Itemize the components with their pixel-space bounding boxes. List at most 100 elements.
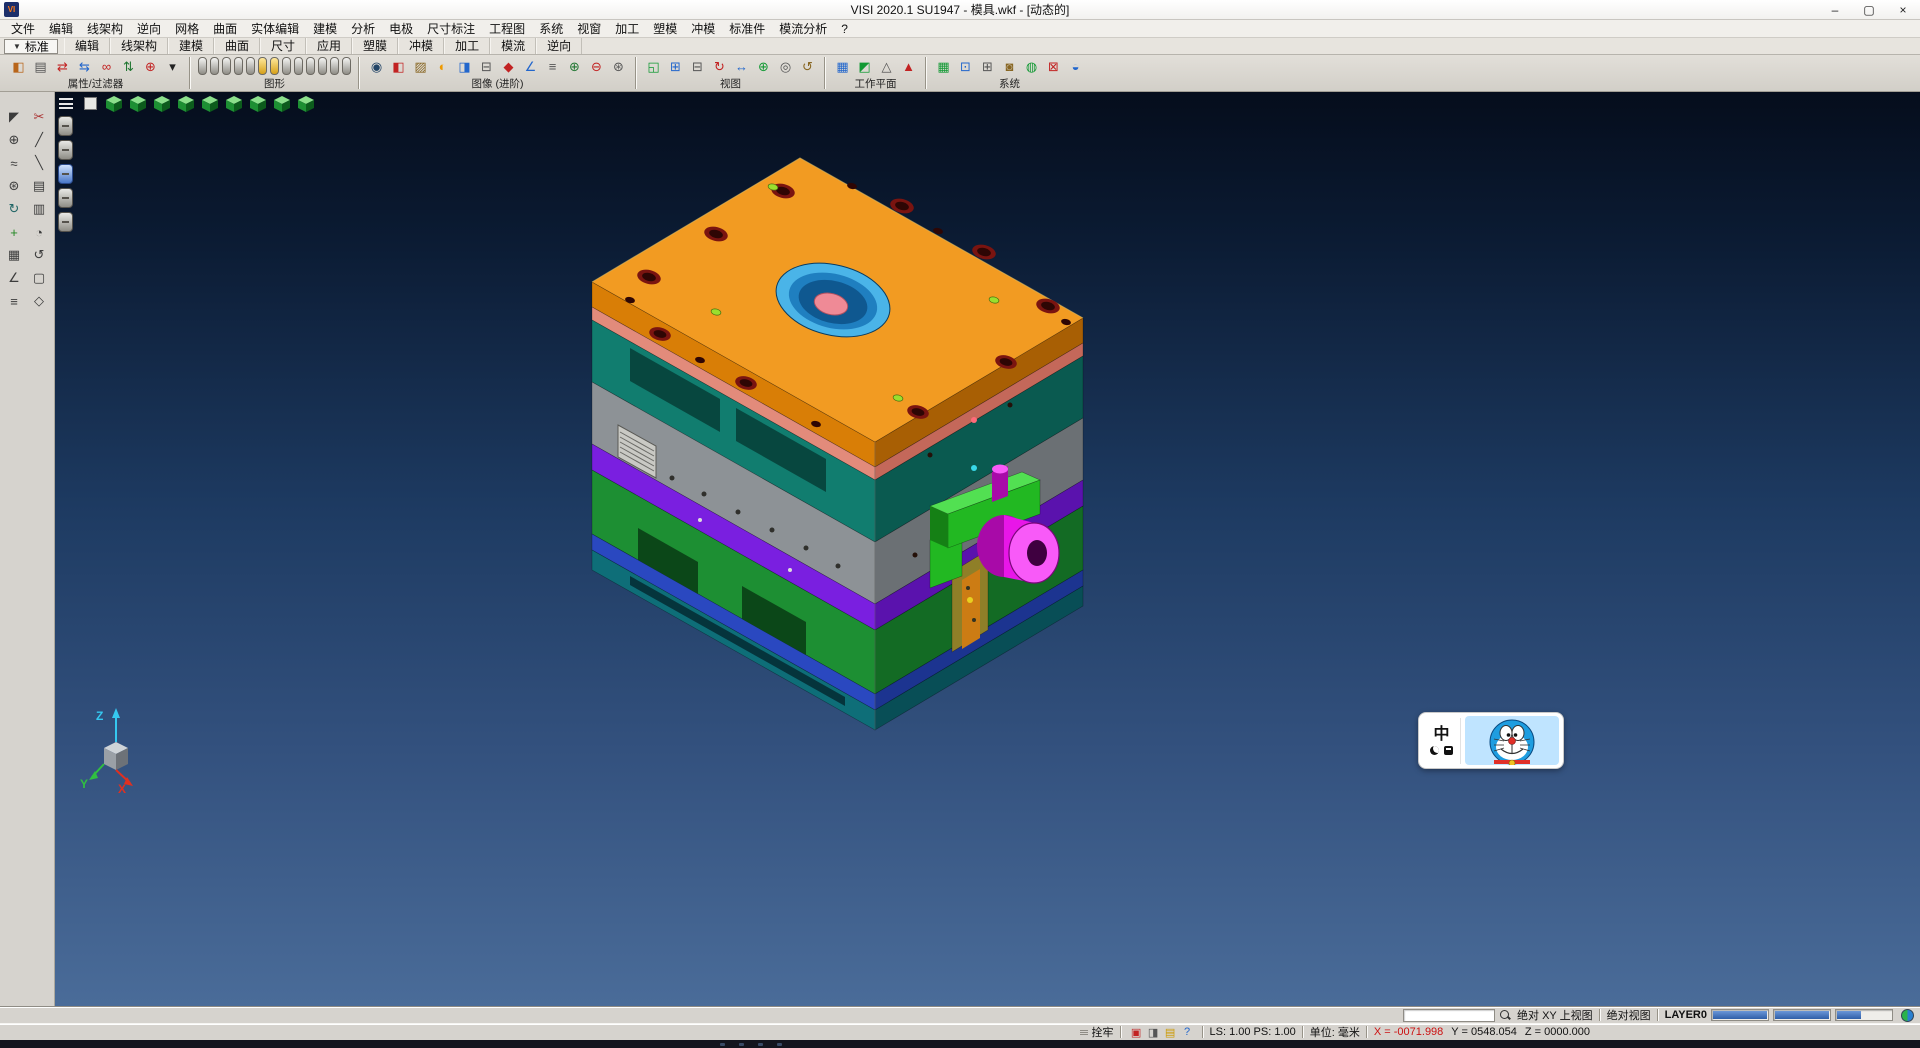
sheet-icon[interactable]: ▤ (28, 175, 51, 197)
active-layer-label[interactable]: LAYER0 (1665, 1009, 1707, 1021)
diamond-icon[interactable]: ◇ (28, 290, 51, 312)
filter-capsule-icon[interactable] (58, 212, 73, 232)
view-cube-icon[interactable] (296, 94, 316, 113)
menu-item[interactable]: 尺寸标注 (420, 20, 482, 38)
moon-icon[interactable] (1430, 746, 1439, 755)
close-button[interactable]: × (1886, 0, 1920, 19)
transfer-blue-icon[interactable]: ⇆ (75, 57, 94, 76)
info-icon[interactable]: ◒ (1066, 57, 1085, 76)
pen-icon[interactable]: ╲ (28, 152, 51, 174)
ruler-icon[interactable]: ≡ (543, 57, 562, 76)
capture-icon[interactable]: ◨ (1146, 1025, 1161, 1039)
database-icon[interactable]: ◙ (1000, 57, 1019, 76)
plane-grid-icon[interactable]: ▦ (833, 57, 852, 76)
ribbon-tab[interactable]: 冲模 (398, 38, 444, 54)
ribbon-tab[interactable]: 线架构 (110, 38, 168, 54)
ime-widget[interactable]: 中 (1418, 712, 1564, 769)
search-icon[interactable] (1499, 1009, 1511, 1021)
menu-item[interactable]: 视窗 (570, 20, 608, 38)
camera-icon[interactable]: ◉ (367, 57, 386, 76)
zoom-out-icon[interactable]: ⊖ (587, 57, 606, 76)
menu-item[interactable]: 文件 (4, 20, 42, 38)
display-capsule-icon[interactable] (198, 57, 207, 75)
magnet-icon[interactable]: ⊕ (3, 129, 26, 151)
printer-icon[interactable]: ▤ (31, 57, 50, 76)
display-capsule-icon[interactable] (306, 57, 315, 75)
rotate-icon[interactable]: ↻ (3, 198, 26, 220)
menu-item[interactable]: 冲模 (684, 20, 722, 38)
menu-item[interactable]: 线架构 (80, 20, 130, 38)
viewport-menu-icon[interactable] (56, 94, 76, 113)
image-settings-icon[interactable]: ⊛ (609, 57, 628, 76)
menu-item[interactable]: 电极 (382, 20, 420, 38)
plus-icon[interactable]: + (3, 221, 26, 243)
display-capsule-icon[interactable] (342, 57, 351, 75)
view-pan-icon[interactable]: ↔ (732, 57, 751, 76)
mirror-icon[interactable]: ◨ (455, 57, 474, 76)
dropdown-caret-icon[interactable]: ▾ (163, 57, 182, 76)
plane-custom-icon[interactable]: △ (877, 57, 896, 76)
menu-item[interactable]: 建模 (306, 20, 344, 38)
ribbon-tab[interactable]: 编辑 (64, 38, 110, 54)
arc-icon[interactable]: ◔ (28, 221, 51, 243)
view-cube-icon[interactable] (128, 94, 148, 113)
transfer-red-icon[interactable]: ⇄ (53, 57, 72, 76)
view-cube-icon[interactable] (248, 94, 268, 113)
display-capsule-icon[interactable] (330, 57, 339, 75)
explode-icon[interactable]: ◆ (499, 57, 518, 76)
display-capsule-icon[interactable] (258, 57, 267, 75)
angle-measure-icon[interactable]: ∠ (521, 57, 540, 76)
ribbon-tab[interactable]: 加工 (444, 38, 490, 54)
search-input[interactable] (1403, 1009, 1495, 1022)
stack-icon[interactable]: ≡ (3, 290, 26, 312)
cursor-icon[interactable]: ◤ (3, 106, 26, 128)
menu-item[interactable]: 曲面 (206, 20, 244, 38)
chain-icon[interactable]: ∞ (97, 57, 116, 76)
grid-icon[interactable]: ▦ (934, 57, 953, 76)
snap-icon[interactable]: ⊡ (956, 57, 975, 76)
view-cube-icon[interactable] (200, 94, 220, 113)
view-previous-icon[interactable]: ↺ (798, 57, 817, 76)
display-capsule-icon[interactable] (210, 57, 219, 75)
light-icon[interactable]: ◐ (433, 57, 452, 76)
view-cube-icon[interactable] (224, 94, 244, 113)
ribbon-tab[interactable]: 尺寸 (260, 38, 306, 54)
menu-item[interactable]: 网格 (168, 20, 206, 38)
section-icon[interactable]: ⊟ (477, 57, 496, 76)
filter-capsule-icon[interactable] (58, 188, 73, 208)
menu-item[interactable]: 系统 (532, 20, 570, 38)
filter-capsule-icon-active[interactable] (58, 164, 73, 184)
toolbar-preset-dropdown[interactable]: ▼ 标准 (4, 39, 58, 54)
ribbon-tab[interactable]: 逆向 (536, 38, 582, 54)
spline-icon[interactable]: ≈ (3, 152, 26, 174)
attach-icon[interactable]: ⊕ (141, 57, 160, 76)
view-front-icon[interactable]: ⊟ (688, 57, 707, 76)
plane-iso-icon[interactable]: ◩ (855, 57, 874, 76)
view-cube-icon[interactable] (272, 94, 292, 113)
box-icon[interactable]: ▢ (28, 267, 51, 289)
scissors-icon[interactable]: ✂ (28, 106, 51, 128)
undo-icon[interactable]: ↺ (28, 244, 51, 266)
grid-icon[interactable]: ▦ (3, 244, 26, 266)
view-cube-icon[interactable] (152, 94, 172, 113)
document-icon[interactable]: ▥ (28, 198, 51, 220)
display-status-icon[interactable]: ▣ (1129, 1025, 1144, 1039)
menu-item[interactable]: ? (834, 20, 855, 38)
render-icon[interactable]: ◧ (389, 57, 408, 76)
view-cube-icon[interactable] (104, 94, 124, 113)
filter-capsule-icon[interactable] (58, 116, 73, 136)
menu-item[interactable]: 实体编辑 (244, 20, 306, 38)
ime-tools-icon[interactable] (1444, 746, 1453, 755)
layer-swap-icon[interactable]: ⇅ (119, 57, 138, 76)
menu-item[interactable]: 标准件 (722, 20, 772, 38)
menu-item[interactable]: 工程图 (482, 20, 532, 38)
display-capsule-icon[interactable] (282, 57, 291, 75)
menu-item[interactable]: 塑模 (646, 20, 684, 38)
view-fit-icon[interactable]: ◎ (776, 57, 795, 76)
texture-icon[interactable]: ▨ (411, 57, 430, 76)
3d-viewport[interactable]: Z X Y (55, 92, 1920, 1006)
folder-icon[interactable]: ▤ (1163, 1025, 1178, 1039)
view-zoom-icon[interactable]: ⊕ (754, 57, 773, 76)
menu-item[interactable]: 编辑 (42, 20, 80, 38)
minimize-button[interactable]: – (1818, 0, 1852, 19)
